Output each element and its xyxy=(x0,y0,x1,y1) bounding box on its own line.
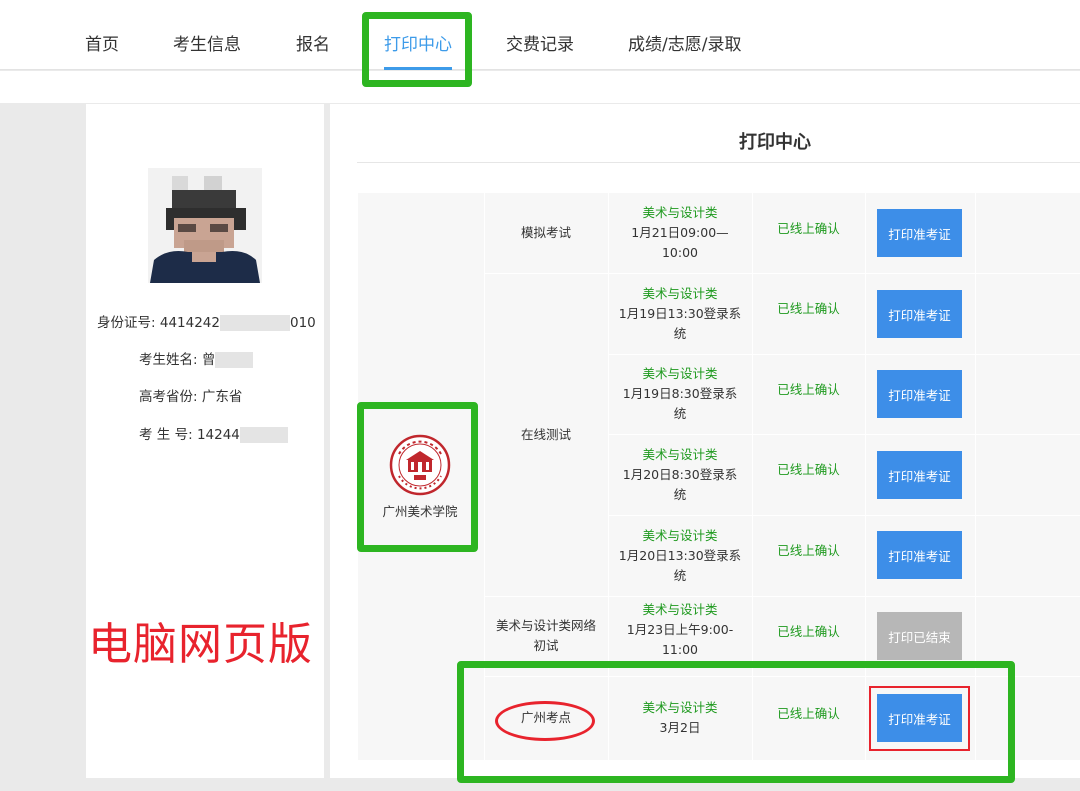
province-row: 高考省份: 广东省 xyxy=(139,389,243,405)
highlight-guangzhou-label xyxy=(495,701,595,741)
nav-candidate-info[interactable]: 考生信息 xyxy=(173,30,241,55)
status-badge: 已线上确认 xyxy=(777,462,840,477)
status-badge: 已线上确认 xyxy=(777,543,840,558)
print-ticket-button[interactable]: 打印准考证 xyxy=(877,531,962,579)
page-title: 打印中心 xyxy=(739,132,811,153)
table-row-time: 美术与设计类 1月20日8:30登录系统 xyxy=(622,446,738,502)
status-badge: 已线上确认 xyxy=(777,301,840,316)
status-badge: 已线上确认 xyxy=(777,221,840,236)
group-mock-exam: 模拟考试 xyxy=(520,225,571,240)
exam-number-row: 考 生 号: 14244 xyxy=(139,423,288,443)
print-ticket-button[interactable]: 打印准考证 xyxy=(877,290,962,338)
header-band xyxy=(0,71,1080,103)
nav-home[interactable]: 首页 xyxy=(85,30,119,55)
table-row-time: 美术与设计类 1月19日8:30登录系统 xyxy=(622,366,738,421)
platform-caption: 电脑网页版 xyxy=(88,619,313,670)
nav-payment-records[interactable]: 交费记录 xyxy=(506,30,574,55)
status-badge: 已线上确认 xyxy=(777,382,840,397)
print-ended-button: 打印已结束 xyxy=(877,612,962,660)
highlight-print-center-tab xyxy=(362,12,472,87)
table-row-time: 美术与设计类 1月19日13:30登录系统 xyxy=(618,285,742,341)
top-nav: 首页 考生信息 报名 打印中心 交费记录 成绩/志愿/录取 xyxy=(0,0,1080,70)
redaction-mask xyxy=(239,427,288,443)
print-ticket-button[interactable]: 打印准考证 xyxy=(877,209,962,257)
print-ticket-button[interactable]: 打印准考证 xyxy=(877,451,962,499)
group-online-test: 在线测试 xyxy=(520,426,571,442)
table-row-time: 美术与设计类 1月20日13:30登录系统 xyxy=(618,527,742,583)
nav-scores-admission[interactable]: 成绩/志愿/录取 xyxy=(628,30,741,55)
title-divider xyxy=(357,162,1080,163)
highlight-school xyxy=(357,402,478,552)
status-badge: 已线上确认 xyxy=(777,624,840,639)
redaction-mask xyxy=(215,352,254,368)
candidate-name-row: 考生姓名: 曾 xyxy=(139,348,254,368)
id-number-row: 身份证号: 4414242 010 xyxy=(97,315,316,331)
avatar xyxy=(148,168,262,283)
redaction-mask xyxy=(219,315,290,331)
highlight-print-button xyxy=(869,686,970,751)
table-row-time: 美术与设计类 1月21日09:00—10:00 xyxy=(631,205,729,260)
nav-registration[interactable]: 报名 xyxy=(296,30,330,55)
print-ticket-button[interactable]: 打印准考证 xyxy=(877,370,962,418)
